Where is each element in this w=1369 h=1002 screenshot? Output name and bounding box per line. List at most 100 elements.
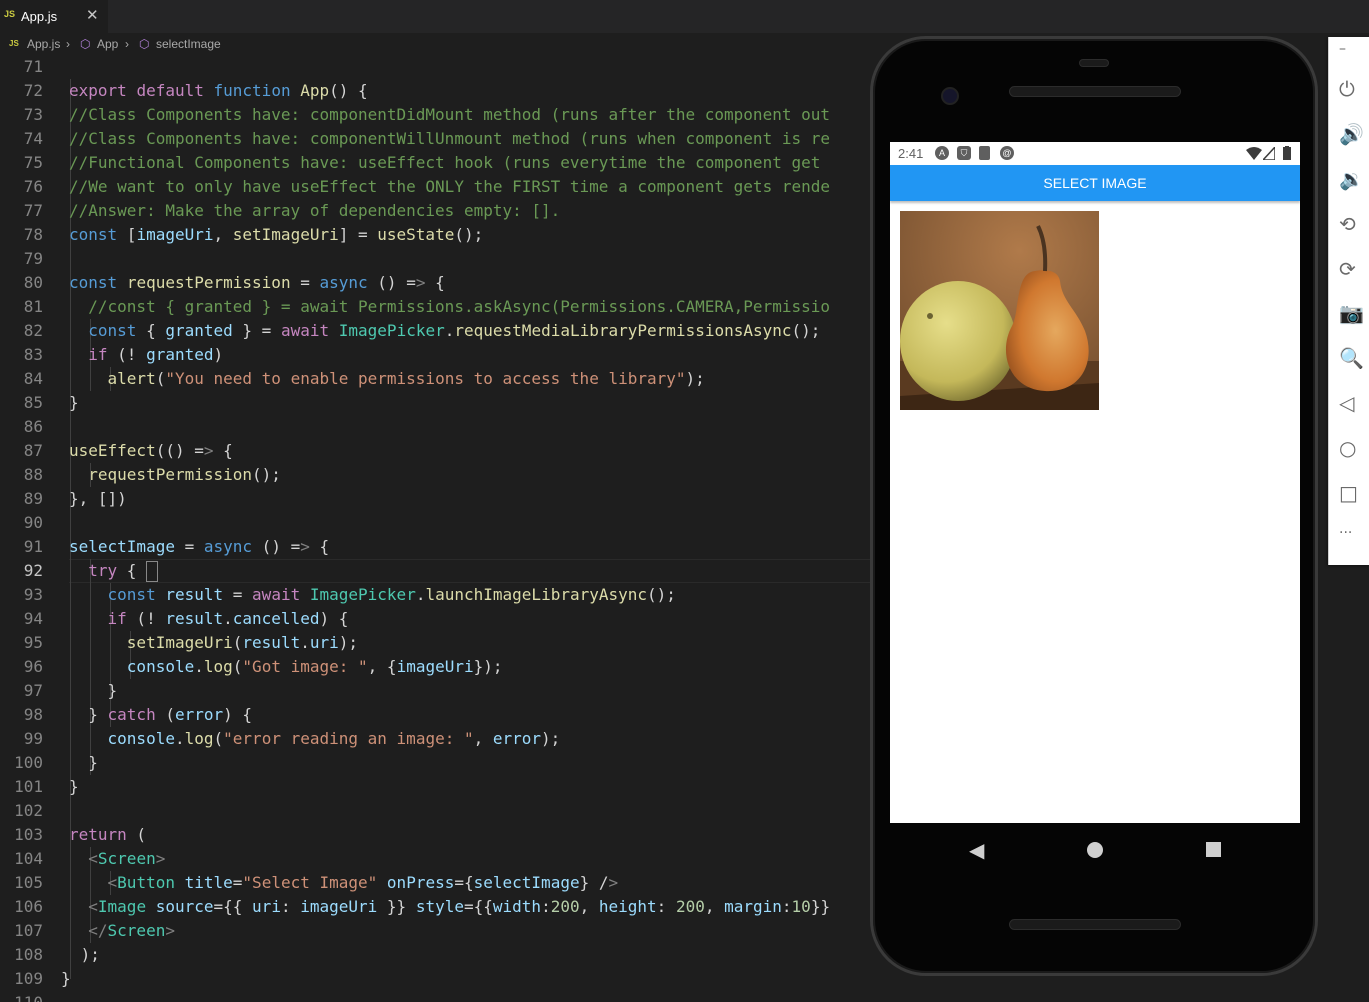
back-icon[interactable]: ◁ [1339, 391, 1369, 419]
line-number: 102 [14, 801, 43, 820]
code-line[interactable]: 77 //Answer: Make the array of dependenci… [0, 199, 880, 223]
code-line[interactable]: 86 [0, 415, 880, 439]
code-text: export default function App() { [69, 81, 368, 100]
code-line[interactable]: 107 </Screen> [0, 919, 880, 943]
at-icon: @ [1000, 146, 1014, 160]
line-number: 96 [23, 657, 43, 676]
code-line[interactable]: 104 <Screen> [0, 847, 880, 871]
select-image-button[interactable]: SELECT IMAGE [890, 165, 1300, 201]
code-line[interactable]: 72 export default function App() { [0, 79, 880, 103]
code-line[interactable]: 71 [0, 55, 880, 79]
code-line[interactable]: 87 useEffect(() => { [0, 439, 880, 463]
chevron-right-icon: › [125, 37, 129, 51]
line-number: 107 [14, 921, 43, 940]
line-number: 85 [23, 393, 43, 412]
earpiece-speaker [1009, 86, 1181, 97]
volume-down-icon[interactable]: 🔉 [1339, 167, 1369, 195]
code-line[interactable]: 81 //const { granted } = await Permissio… [0, 295, 880, 319]
js-file-icon: JS [9, 39, 19, 48]
code-line[interactable]: 109} [0, 967, 880, 991]
code-line[interactable]: 106 <Image source={{ uri: imageUri }} st… [0, 895, 880, 919]
code-text: requestPermission(); [88, 465, 281, 484]
code-line[interactable]: 97 } [0, 679, 880, 703]
code-text: } [61, 969, 71, 988]
code-line[interactable]: 78 const [imageUri, setImageUri] = useSta… [0, 223, 880, 247]
home-icon[interactable] [1087, 842, 1103, 858]
line-number: 106 [14, 897, 43, 916]
code-line[interactable]: 99 console.log("error reading an image: … [0, 727, 880, 751]
line-number: 99 [23, 729, 43, 748]
line-number: 94 [23, 609, 43, 628]
code-text: if (! result.cancelled) { [107, 609, 349, 628]
volume-up-icon[interactable]: 🔊 [1339, 122, 1369, 150]
line-number: 83 [23, 345, 43, 364]
line-number: 86 [23, 417, 43, 436]
code-line[interactable]: 76 //We want to only have useEffect the O… [0, 175, 880, 199]
tab-app-js[interactable]: JS App.js ✕ [0, 0, 108, 33]
code-line[interactable]: 88 requestPermission(); [0, 463, 880, 487]
code-text: }, []) [69, 489, 127, 508]
code-text: if (! granted) [88, 345, 224, 364]
line-number: 110 [0, 991, 43, 1002]
code-line[interactable]: 94 if (! result.cancelled) { [0, 607, 880, 631]
power-icon[interactable]: ⏻ [1339, 77, 1369, 105]
code-line[interactable]: 95 setImageUri(result.uri); [0, 631, 880, 655]
line-number: 81 [23, 297, 43, 316]
recents-icon[interactable] [1206, 842, 1221, 857]
code-line[interactable]: 74 //Class Components have: componentWill… [0, 127, 880, 151]
code-line[interactable]: 82 const { granted } = await ImagePicker… [0, 319, 880, 343]
code-line[interactable]: 91 selectImage = async () => { [0, 535, 880, 559]
code-text: </Screen> [88, 921, 175, 940]
js-file-icon: JS [4, 9, 16, 19]
phone-screen: 2:41 A ⛉ @ SELECT IMAGE [890, 142, 1300, 823]
line-number: 84 [23, 369, 43, 388]
code-line[interactable]: 98 } catch (error) { [0, 703, 880, 727]
code-text: } [69, 393, 79, 412]
code-text: <Screen> [88, 849, 166, 868]
breadcrumb-item-app[interactable]: App [97, 37, 118, 51]
line-number: 104 [14, 849, 43, 868]
breadcrumb-item-selectimage[interactable]: selectImage [156, 37, 221, 51]
back-icon[interactable]: ◀ [969, 838, 984, 862]
line-number: 105 [14, 873, 43, 892]
code-line[interactable]: 110 [0, 991, 880, 1002]
close-icon[interactable]: ✕ [86, 6, 99, 24]
overview-icon[interactable]: □ [1339, 481, 1369, 509]
code-line[interactable]: 85} [0, 391, 880, 415]
code-text: return ( [69, 825, 147, 844]
rotate-left-icon[interactable]: ⟲ [1339, 212, 1369, 240]
code-line[interactable]: 102 [0, 799, 880, 823]
code-line[interactable]: 108 ); [0, 943, 880, 967]
code-line[interactable]: 93 const result = await ImagePicker.laun… [0, 583, 880, 607]
code-line[interactable]: 103 return ( [0, 823, 880, 847]
code-line[interactable]: 105 <Button title="Select Image" onPress… [0, 871, 880, 895]
line-number: 98 [23, 705, 43, 724]
code-text: const result = await ImagePicker.launchI… [107, 585, 676, 604]
rotate-right-icon[interactable]: ⟳ [1339, 257, 1369, 285]
code-text: alert("You need to enable permissions to… [107, 369, 705, 388]
code-line[interactable]: 73 //Class Components have: componentDidM… [0, 103, 880, 127]
camera-icon[interactable]: 📷 [1339, 301, 1369, 329]
code-line[interactable]: 101} [0, 775, 880, 799]
code-line[interactable]: 80 const requestPermission = async () => … [0, 271, 880, 295]
home-icon[interactable]: ○ [1339, 436, 1369, 464]
breadcrumb-item-file[interactable]: App.js [27, 37, 60, 51]
pears-photo [900, 211, 1099, 410]
code-line[interactable]: 90 [0, 511, 880, 535]
code-line[interactable]: 89}, []) [0, 487, 880, 511]
code-text: //Class Components have: componentWillUn… [69, 129, 830, 148]
code-line[interactable]: 92 try { [0, 559, 880, 583]
code-line[interactable]: 83 if (! granted) [0, 343, 880, 367]
code-line[interactable]: 96 console.log("Got image: ", {imageUri}… [0, 655, 880, 679]
line-number: 95 [23, 633, 43, 652]
minimize-icon[interactable]: – [1339, 41, 1369, 69]
zoom-icon[interactable]: 🔍 [1339, 346, 1369, 374]
code-text: } [69, 681, 118, 700]
code-line[interactable]: 100 } [0, 751, 880, 775]
code-line[interactable]: 75 //Functional Components have: useEffec… [0, 151, 880, 175]
code-text: //const { granted } = await Permissions.… [88, 297, 830, 316]
code-line[interactable]: 84 alert("You need to enable permissions… [0, 367, 880, 391]
more-icon[interactable]: ··· [1339, 525, 1369, 553]
status-clock: 2:41 [898, 146, 924, 161]
code-line[interactable]: 79 [0, 247, 880, 271]
